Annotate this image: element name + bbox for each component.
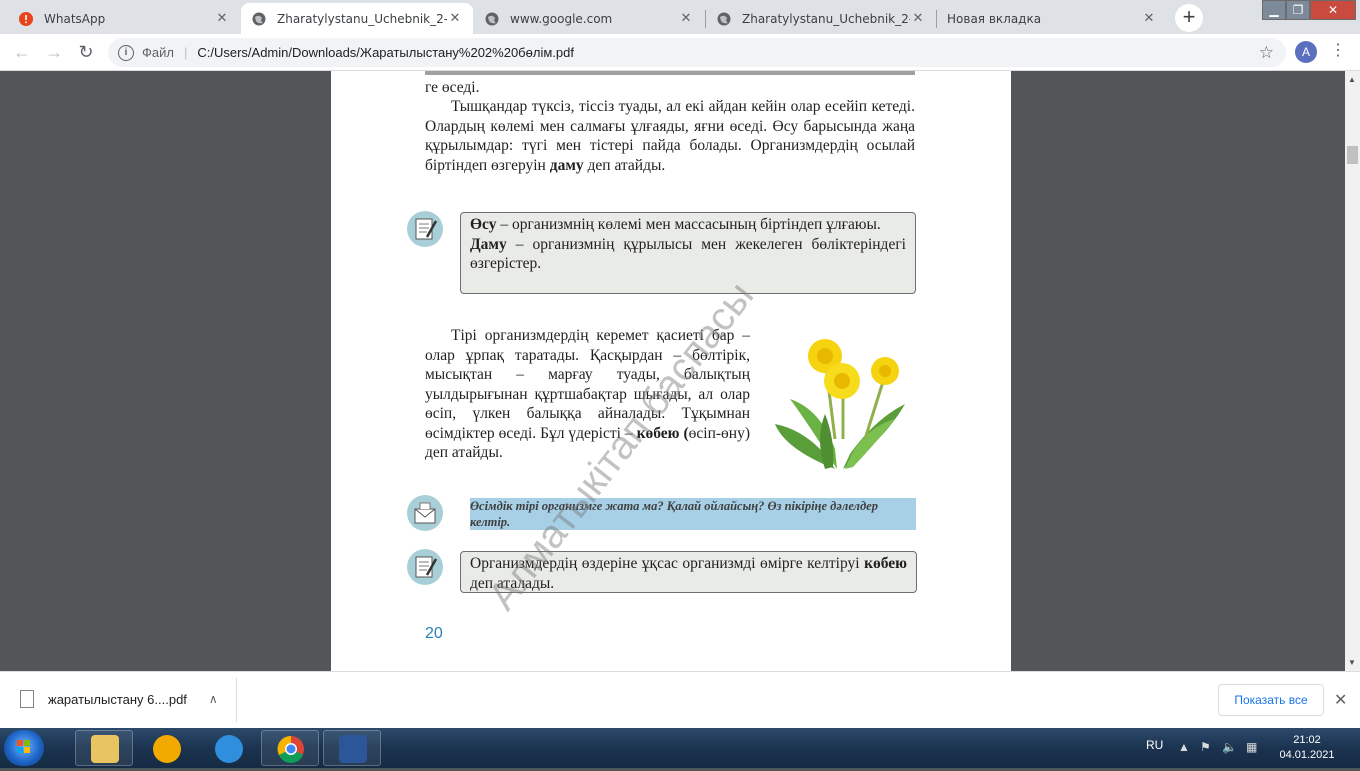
- definition-osu: Өсу – организмнің көлемі мен массасының …: [470, 215, 906, 235]
- close-icon[interactable]: ✕: [1334, 690, 1347, 710]
- window-close-button[interactable]: ✕: [1310, 0, 1356, 20]
- notebook-pencil-icon: [407, 211, 443, 247]
- system-clock[interactable]: 21:02 04.01.2021: [1275, 733, 1339, 763]
- tab-strip: WhatsApp ✕ Zharatylystanu_Uchebnik_2-ch_…: [0, 0, 1360, 34]
- divider: [236, 678, 237, 722]
- explorer-taskbar-button[interactable]: [75, 730, 133, 766]
- chrome-icon: [277, 735, 304, 763]
- scroll-down-arrow-icon[interactable]: ▼: [1348, 658, 1356, 667]
- download-filename: жаратылыстану 6....pdf: [48, 691, 187, 707]
- tab-pdf-2[interactable]: Zharatylystanu_Uchebnik_2-ch_ ✕: [706, 3, 936, 34]
- clipped-line: [425, 71, 915, 77]
- close-icon[interactable]: ✕: [910, 11, 926, 27]
- dandelion-image: [775, 339, 905, 469]
- scrollbar[interactable]: ▲ ▼: [1345, 71, 1360, 671]
- chrome-taskbar-button[interactable]: [261, 730, 319, 766]
- close-icon[interactable]: ✕: [678, 11, 694, 27]
- globe-icon: [251, 11, 267, 27]
- tray-expand-icon[interactable]: ▲: [1178, 740, 1190, 754]
- clock-date: 04.01.2021: [1279, 749, 1335, 761]
- paragraph-1-end: деп атайды.: [587, 156, 666, 174]
- definition-damu-text: – организмнің құрылысы мен жекелеген бөл…: [470, 235, 906, 273]
- close-icon[interactable]: ✕: [214, 11, 230, 27]
- info-icon[interactable]: i: [118, 44, 134, 61]
- envelope-icon: [407, 495, 443, 531]
- paragraph-1-text: Тышқандар түксіз, тіссіз туады, ал екі а…: [425, 98, 915, 174]
- browser-toolbar: ← → ↻ i Файл | C:/Users/Admin/Downloads/…: [0, 34, 1360, 71]
- back-button[interactable]: ←: [8, 38, 36, 66]
- tab-pdf[interactable]: Zharatylystanu_Uchebnik_2-ch_ ✕: [241, 3, 473, 34]
- paragraph-1: Тышқандар түксіз, тіссіз туады, ал екі а…: [425, 97, 915, 175]
- profile-avatar[interactable]: A: [1295, 41, 1317, 63]
- term-osu: Өсу: [470, 216, 497, 233]
- language-indicator[interactable]: RU: [1146, 738, 1163, 752]
- tab-google[interactable]: www.google.com ✕: [474, 3, 704, 34]
- download-bar: жаратылыстану 6....pdf ∧ Показать все ✕: [0, 671, 1360, 728]
- tab-whatsapp[interactable]: WhatsApp ✕: [8, 3, 240, 34]
- new-tab-button[interactable]: +: [1175, 4, 1203, 32]
- word-icon: [339, 735, 367, 763]
- whatsapp-alert-icon: [18, 11, 34, 27]
- triangle-app-icon: [153, 735, 181, 763]
- internet-explorer-icon: [215, 735, 243, 763]
- term-kobeyu-def: көбею: [864, 555, 908, 572]
- term-damu-def: Даму: [470, 235, 507, 253]
- term-damu: даму: [549, 156, 584, 174]
- globe-icon: [716, 11, 732, 27]
- bookmark-star-icon[interactable]: ☆: [1259, 43, 1274, 63]
- close-icon[interactable]: ✕: [447, 11, 463, 27]
- show-all-button[interactable]: Показать все: [1218, 684, 1324, 716]
- scrollbar-thumb[interactable]: [1347, 146, 1358, 164]
- close-icon[interactable]: ✕: [1141, 11, 1157, 27]
- minimize-button[interactable]: ▁: [1262, 0, 1286, 20]
- windows-logo-icon: [17, 740, 30, 753]
- file-icon: [20, 690, 34, 708]
- volume-icon[interactable]: 🔈: [1222, 740, 1237, 754]
- address-bar[interactable]: i Файл | C:/Users/Admin/Downloads/Жараты…: [108, 38, 1286, 67]
- start-button[interactable]: [4, 730, 44, 766]
- tab-new[interactable]: Новая вкладка ✕: [937, 3, 1167, 34]
- page-number: 20: [425, 625, 443, 642]
- scheme-label: Файл: [142, 45, 174, 60]
- globe-icon: [484, 11, 500, 27]
- folder-icon: [91, 735, 119, 763]
- clock-time: 21:02: [1293, 734, 1321, 746]
- notebook-pencil-icon: [407, 549, 443, 585]
- line-fragment: ге өседі.: [425, 79, 480, 96]
- windows-taskbar: RU ▲ ⚑ 🔈 ▦ 21:02 04.01.2021: [0, 728, 1360, 768]
- url-text: C:/Users/Admin/Downloads/Жаратылыстану%2…: [197, 45, 574, 60]
- reload-button[interactable]: ↻: [72, 38, 100, 66]
- chevron-up-icon[interactable]: ∧: [209, 692, 218, 706]
- pdf-viewer[interactable]: ге өседі. Тышқандар түксіз, тіссіз туады…: [0, 71, 1360, 671]
- word-taskbar-button[interactable]: [323, 730, 381, 766]
- forward-button[interactable]: →: [40, 38, 68, 66]
- ie-taskbar-button[interactable]: [199, 730, 257, 766]
- separator: |: [183, 45, 188, 60]
- flag-icon[interactable]: ⚑: [1200, 740, 1211, 754]
- scroll-up-arrow-icon[interactable]: ▲: [1348, 75, 1356, 84]
- clipped-text-fragment: [425, 71, 915, 75]
- download-item[interactable]: жаратылыстану 6....pdf ∧: [20, 690, 218, 708]
- definition-damu: Даму – организмнің құрылысы мен жекелеге…: [470, 235, 906, 274]
- network-icon[interactable]: ▦: [1246, 740, 1257, 754]
- definition-box-1: Өсу – организмнің көлемі мен массасының …: [460, 212, 916, 294]
- app-taskbar-button[interactable]: [137, 730, 195, 766]
- definition-osu-text: – организмнің көлемі мен массасының бірт…: [500, 216, 881, 233]
- maximize-button[interactable]: ❐: [1286, 0, 1310, 20]
- menu-dots-icon[interactable]: ⋮: [1330, 40, 1346, 60]
